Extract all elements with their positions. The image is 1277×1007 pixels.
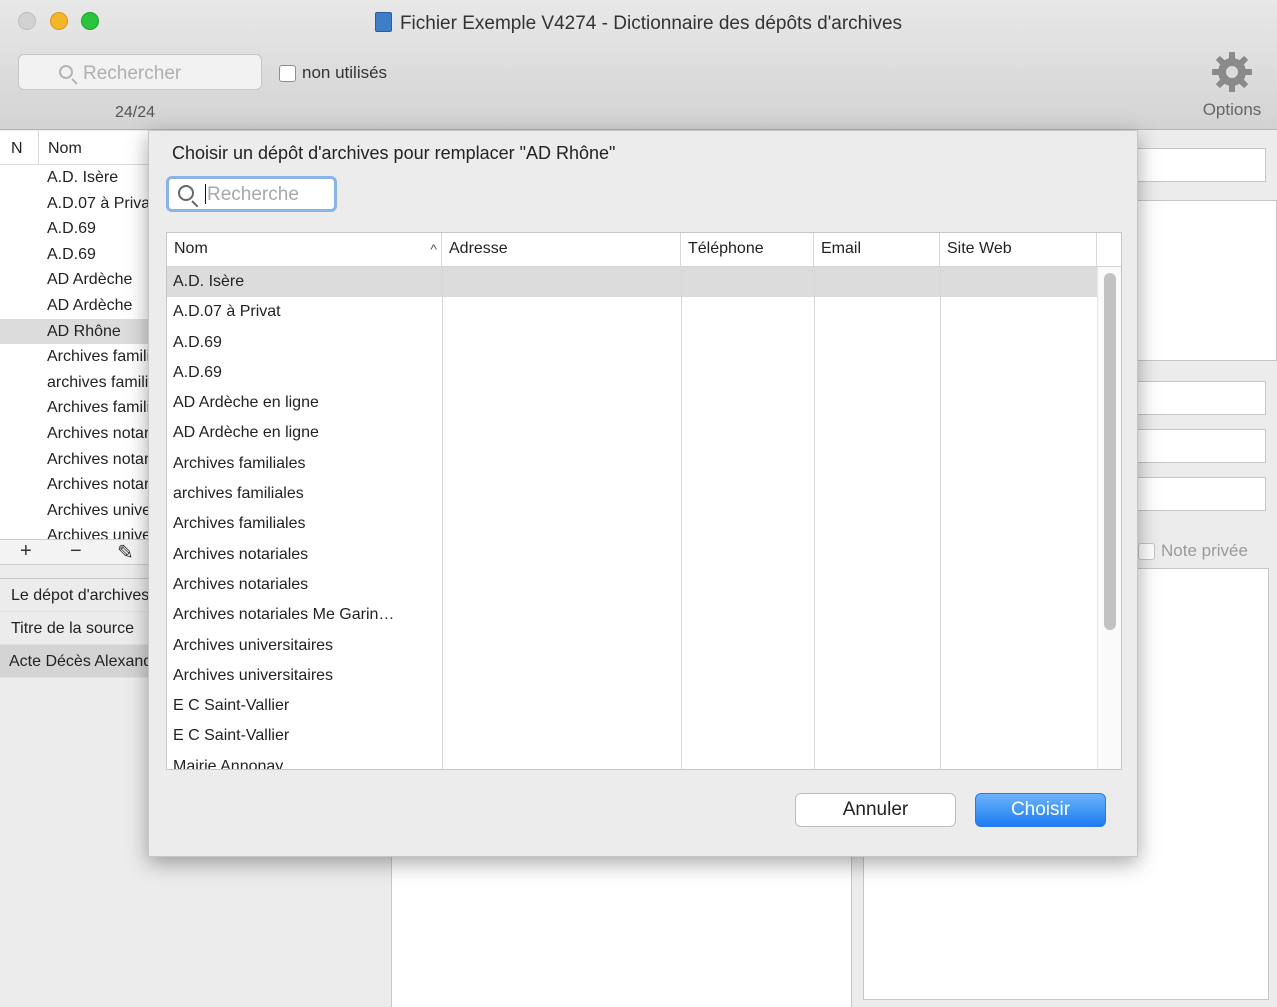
depot-table: Nom ^ Adresse Téléphone Email Site Web A… (166, 232, 1122, 770)
column-header-nom[interactable]: Nom ^ (167, 233, 442, 267)
column-divider (442, 267, 443, 769)
list-item[interactable]: Archives notariales (0, 472, 149, 498)
table-row[interactable]: E C Saint-Vallier (167, 691, 1097, 721)
list-item-selected[interactable]: AD Rhône (0, 318, 149, 345)
column-header-telephone[interactable]: Téléphone (681, 233, 814, 267)
main-search-field[interactable]: Rechercher (18, 54, 262, 90)
detail-field[interactable] (1136, 381, 1266, 415)
list-item[interactable]: Archives familiales (0, 395, 149, 421)
detail-field[interactable] (1136, 429, 1266, 463)
column-header-site-web[interactable]: Site Web (940, 233, 1097, 267)
main-search-placeholder: Rechercher (83, 63, 182, 84)
table-header: Nom ^ Adresse Téléphone Email Site Web (167, 233, 1121, 267)
list-item[interactable]: archives familiales (0, 370, 149, 396)
options-button[interactable]: Options (1196, 50, 1268, 125)
gear-icon (1212, 52, 1252, 92)
list-item[interactable]: A.D.69 (0, 216, 149, 242)
list-item[interactable]: A.D.69 (0, 242, 149, 268)
detail-lines: Le dépot d'archives Titre de la source A… (0, 578, 150, 1007)
unused-filter-checkbox[interactable]: non utilisés (279, 63, 387, 83)
table-row[interactable]: Mairie Annonay (167, 752, 1097, 769)
column-header-nom[interactable]: Nom (48, 140, 82, 158)
list-item[interactable]: Archives universitaires (0, 498, 149, 524)
detail-field[interactable] (1136, 148, 1266, 182)
scrollbar-thumb[interactable] (1104, 273, 1116, 630)
list-item[interactable]: AD Ardèche (0, 267, 149, 293)
list-item[interactable]: AD Ardèche (0, 293, 149, 319)
list-item[interactable]: A.D. Isère (0, 165, 149, 191)
options-label: Options (1202, 100, 1262, 119)
table-row[interactable]: Archives universitaires (167, 631, 1097, 661)
table-row[interactable]: A.D.07 à Privat (167, 297, 1097, 327)
table-row[interactable]: Archives notariales (167, 570, 1097, 600)
table-row[interactable]: AD Ardèche en ligne (167, 418, 1097, 448)
table-body: A.D. Isère A.D.07 à Privat A.D.69 A.D.69… (167, 267, 1097, 769)
list-item[interactable]: Archives notariales (0, 421, 149, 447)
detail-field[interactable] (1136, 477, 1266, 511)
choose-depot-sheet: Choisir un dépôt d'archives pour remplac… (148, 130, 1138, 857)
text-caret (205, 184, 206, 204)
choose-button[interactable]: Choisir (975, 793, 1106, 827)
edit-button[interactable]: ✎ (117, 540, 134, 565)
table-row[interactable]: AD Ardèche en ligne (167, 388, 1097, 418)
column-divider (814, 267, 815, 769)
list-toolbar: + − ✎ (0, 539, 150, 565)
list-item[interactable]: Archives familiales (0, 344, 149, 370)
table-row[interactable]: archives familiales (167, 479, 1097, 509)
table-row[interactable]: Archives familiales (167, 509, 1097, 539)
table-row[interactable]: A.D.69 (167, 358, 1097, 388)
document-icon (374, 12, 392, 32)
sheet-search-input[interactable]: Recherche (166, 176, 337, 212)
middle-panel (391, 856, 852, 1007)
sheet-search-placeholder: Recherche (207, 184, 299, 205)
table-row[interactable]: Archives notariales (167, 540, 1097, 570)
table-row[interactable]: Archives familiales (167, 449, 1097, 479)
record-count: 24/24 (115, 104, 156, 121)
sort-ascending-icon: ^ (430, 241, 437, 257)
add-button[interactable]: + (20, 540, 32, 563)
window-title-text: Fichier Exemple V4274 - Dictionnaire des… (399, 13, 903, 34)
table-row[interactable]: A.D.69 (167, 328, 1097, 358)
column-divider (940, 267, 941, 769)
unused-filter-label: non utilisés (302, 63, 388, 82)
depot-list-header: N Nom (0, 131, 149, 165)
window-title: Fichier Exemple V4274 - Dictionnaire des… (0, 12, 1277, 35)
private-note-box[interactable] (1138, 542, 1155, 560)
search-icon (59, 65, 73, 79)
column-label: Nom (174, 240, 208, 257)
sheet-title: Choisir un dépôt d'archives pour remplac… (172, 143, 616, 163)
private-note-label: Note privée (1161, 541, 1248, 560)
column-divider (681, 267, 682, 769)
list-item[interactable]: Archives universitaires (0, 523, 149, 539)
unused-checkbox-box[interactable] (279, 64, 296, 82)
table-row[interactable]: Archives notariales Me Garin… (167, 600, 1097, 630)
detail-line[interactable]: Le dépot d'archives (0, 579, 150, 612)
table-row[interactable]: E C Saint-Vallier (167, 721, 1097, 751)
detail-line-selected[interactable]: Acte Décès Alexandre (0, 645, 150, 678)
remove-button[interactable]: − (70, 540, 82, 563)
cancel-button[interactable]: Annuler (795, 793, 956, 827)
list-item[interactable]: Archives notariales (0, 447, 149, 473)
table-row-selected[interactable]: A.D. Isère (167, 267, 1097, 298)
private-note-checkbox[interactable]: Note privée (1138, 541, 1248, 561)
search-icon (178, 185, 194, 201)
list-item[interactable]: A.D.07 à Privat (0, 191, 149, 217)
column-header-n[interactable]: N (11, 140, 23, 158)
column-header-adresse[interactable]: Adresse (442, 233, 681, 267)
column-header-email[interactable]: Email (814, 233, 940, 267)
window-toolbar: Fichier Exemple V4274 - Dictionnaire des… (0, 0, 1277, 130)
depot-list: N Nom A.D. Isère A.D.07 à Privat A.D.69 … (0, 131, 150, 539)
table-row[interactable]: Archives universitaires (167, 661, 1097, 691)
detail-line[interactable]: Titre de la source (0, 612, 150, 645)
detail-textarea[interactable] (1136, 200, 1277, 361)
